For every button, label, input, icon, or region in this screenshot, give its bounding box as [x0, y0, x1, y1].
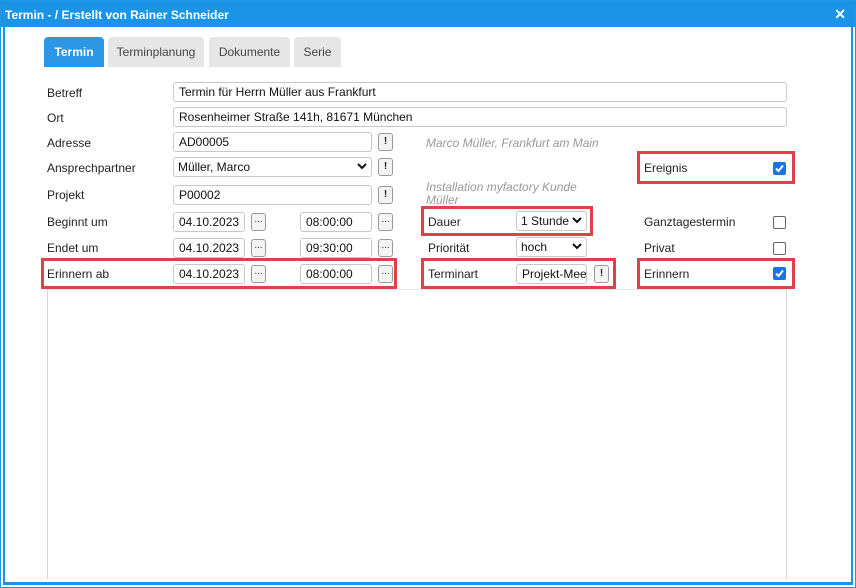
ansprechpartner-value: Müller, Marco	[178, 160, 251, 174]
highlight-erinnern	[637, 258, 795, 289]
ort-input[interactable]: Rosenheimer Straße 141h, 81671 München	[173, 107, 787, 127]
ansprechpartner-lookup-button[interactable]: !	[378, 158, 393, 176]
endet-date-picker-button[interactable]: ...	[251, 239, 266, 257]
projekt-lookup-button[interactable]: !	[378, 186, 393, 204]
projekt-label: Projekt	[47, 188, 85, 202]
prioritaet-value: hoch	[521, 240, 548, 254]
beginnt-time-input[interactable]: 08:00:00	[300, 212, 372, 232]
tab-termin[interactable]: Termin	[44, 37, 104, 67]
ganztagestermin-label: Ganztagestermin	[644, 215, 736, 229]
adresse-lookup-button[interactable]: !	[378, 133, 393, 151]
chevron-down-icon	[572, 243, 582, 250]
adresse-hint: Marco Müller, Frankfurt am Main	[426, 136, 599, 150]
ansprechpartner-select[interactable]: Müller, Marco	[173, 157, 372, 177]
highlight-erinnern-ab	[41, 258, 397, 289]
window-title: Termin - / Erstellt von Rainer Schneider	[5, 8, 229, 22]
highlight-ereignis	[637, 151, 795, 184]
privat-checkbox[interactable]	[773, 242, 786, 255]
tab-serie[interactable]: Serie	[294, 37, 341, 67]
tab-dokumente[interactable]: Dokumente	[209, 37, 290, 67]
betreff-label: Betreff	[47, 86, 83, 100]
projekt-input[interactable]: P00002	[173, 185, 372, 205]
beginnt-date-input[interactable]: 04.10.2023	[173, 212, 245, 232]
beginnt-date-picker-button[interactable]: ...	[251, 213, 266, 231]
endet-label: Endet um	[47, 241, 99, 255]
titlebar: Termin - / Erstellt von Rainer Schneider…	[1, 1, 855, 27]
close-icon[interactable]: ✕	[834, 6, 846, 23]
prioritaet-select[interactable]: hoch	[516, 237, 587, 257]
ganztagestermin-checkbox[interactable]	[773, 216, 786, 229]
tab-terminplanung[interactable]: Terminplanung	[108, 37, 204, 67]
highlight-terminart	[421, 258, 616, 289]
betreff-input[interactable]: Termin für Herrn Müller aus Frankfurt	[173, 82, 787, 102]
endet-time-input[interactable]: 09:30:00	[300, 238, 372, 258]
dialog-window: Termin - / Erstellt von Rainer Schneider…	[0, 0, 856, 588]
privat-label: Privat	[644, 241, 675, 255]
prioritaet-label: Priorität	[428, 241, 470, 255]
adresse-label: Adresse	[47, 136, 92, 150]
chevron-down-icon	[357, 163, 367, 170]
projekt-hint: Installation myfactory Kunde Müller	[426, 180, 577, 207]
beginnt-label: Beginnt um	[47, 215, 108, 229]
ort-label: Ort	[47, 111, 64, 125]
adresse-input[interactable]: AD00005	[173, 132, 372, 152]
ansprechpartner-label: Ansprechpartner	[47, 161, 136, 175]
endet-time-picker-button[interactable]: ...	[378, 239, 393, 257]
beginnt-time-picker-button[interactable]: ...	[378, 213, 393, 231]
highlight-dauer	[421, 206, 593, 236]
endet-date-input[interactable]: 04.10.2023	[173, 238, 245, 258]
notes-textarea[interactable]	[47, 289, 787, 579]
